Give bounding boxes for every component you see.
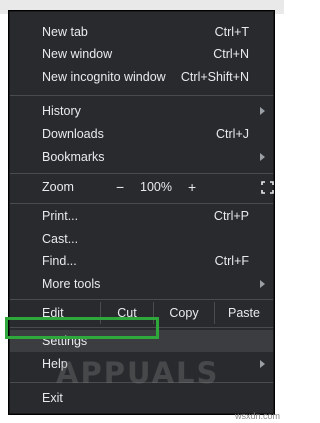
history-label: History <box>42 104 81 118</box>
menu-item-bookmarks[interactable]: Bookmarks <box>10 146 273 168</box>
menu-item-history[interactable]: History <box>10 100 273 122</box>
menu-item-new-incognito-window[interactable]: New incognito window Ctrl+Shift+N <box>10 66 273 88</box>
new-incognito-label: New incognito window <box>42 70 166 84</box>
menu-item-exit[interactable]: Exit <box>10 387 273 409</box>
copy-button[interactable]: Copy <box>154 302 214 324</box>
submenu-arrow-icon <box>260 107 265 115</box>
menu-separator <box>10 95 273 96</box>
downloads-shortcut: Ctrl+J <box>216 127 249 141</box>
print-shortcut: Ctrl+P <box>213 209 249 223</box>
menu-item-print[interactable]: Print... Ctrl+P <box>10 205 273 227</box>
watermark-logo: APPUALS <box>56 356 220 390</box>
menu-item-cast[interactable]: Cast... <box>10 228 273 250</box>
cast-label: Cast... <box>42 232 79 246</box>
new-window-shortcut: Ctrl+N <box>213 47 249 61</box>
zoom-level: 100% <box>140 180 172 194</box>
exit-label: Exit <box>42 391 63 405</box>
downloads-label: Downloads <box>42 127 104 141</box>
menu-item-find[interactable]: Find... Ctrl+F <box>10 250 273 272</box>
menu-item-zoom: Zoom − 100% + <box>10 176 274 198</box>
zoom-in-button[interactable]: + <box>188 179 196 195</box>
print-label: Print... <box>42 209 79 223</box>
menu-item-more-tools[interactable]: More tools <box>10 273 273 295</box>
zoom-label: Zoom <box>42 180 74 194</box>
find-shortcut: Ctrl+F <box>214 254 249 268</box>
new-window-label: New window <box>42 47 113 61</box>
new-incognito-shortcut: Ctrl+Shift+N <box>180 70 249 84</box>
submenu-arrow-icon <box>260 360 265 368</box>
menu-separator <box>10 299 273 300</box>
menu-item-new-window[interactable]: New window Ctrl+N <box>10 43 273 65</box>
submenu-arrow-icon <box>260 153 265 161</box>
menu-separator <box>10 173 273 174</box>
more-tools-label: More tools <box>42 277 101 291</box>
submenu-arrow-icon <box>260 280 265 288</box>
chrome-main-menu: New tab Ctrl+T New window Ctrl+N New inc… <box>9 11 274 414</box>
new-tab-shortcut: Ctrl+T <box>214 25 249 39</box>
bookmarks-label: Bookmarks <box>42 150 105 164</box>
find-label: Find... <box>42 254 77 268</box>
site-watermark: wsxdn.com <box>234 411 280 421</box>
menu-separator <box>10 203 273 204</box>
zoom-out-button[interactable]: − <box>116 179 124 195</box>
settings-highlight-box <box>5 317 159 339</box>
fullscreen-icon[interactable] <box>261 181 274 194</box>
menu-item-new-tab[interactable]: New tab Ctrl+T <box>10 21 273 43</box>
menu-item-downloads[interactable]: Downloads Ctrl+J <box>10 123 273 145</box>
paste-button[interactable]: Paste <box>215 302 273 324</box>
new-tab-label: New tab <box>42 25 88 39</box>
